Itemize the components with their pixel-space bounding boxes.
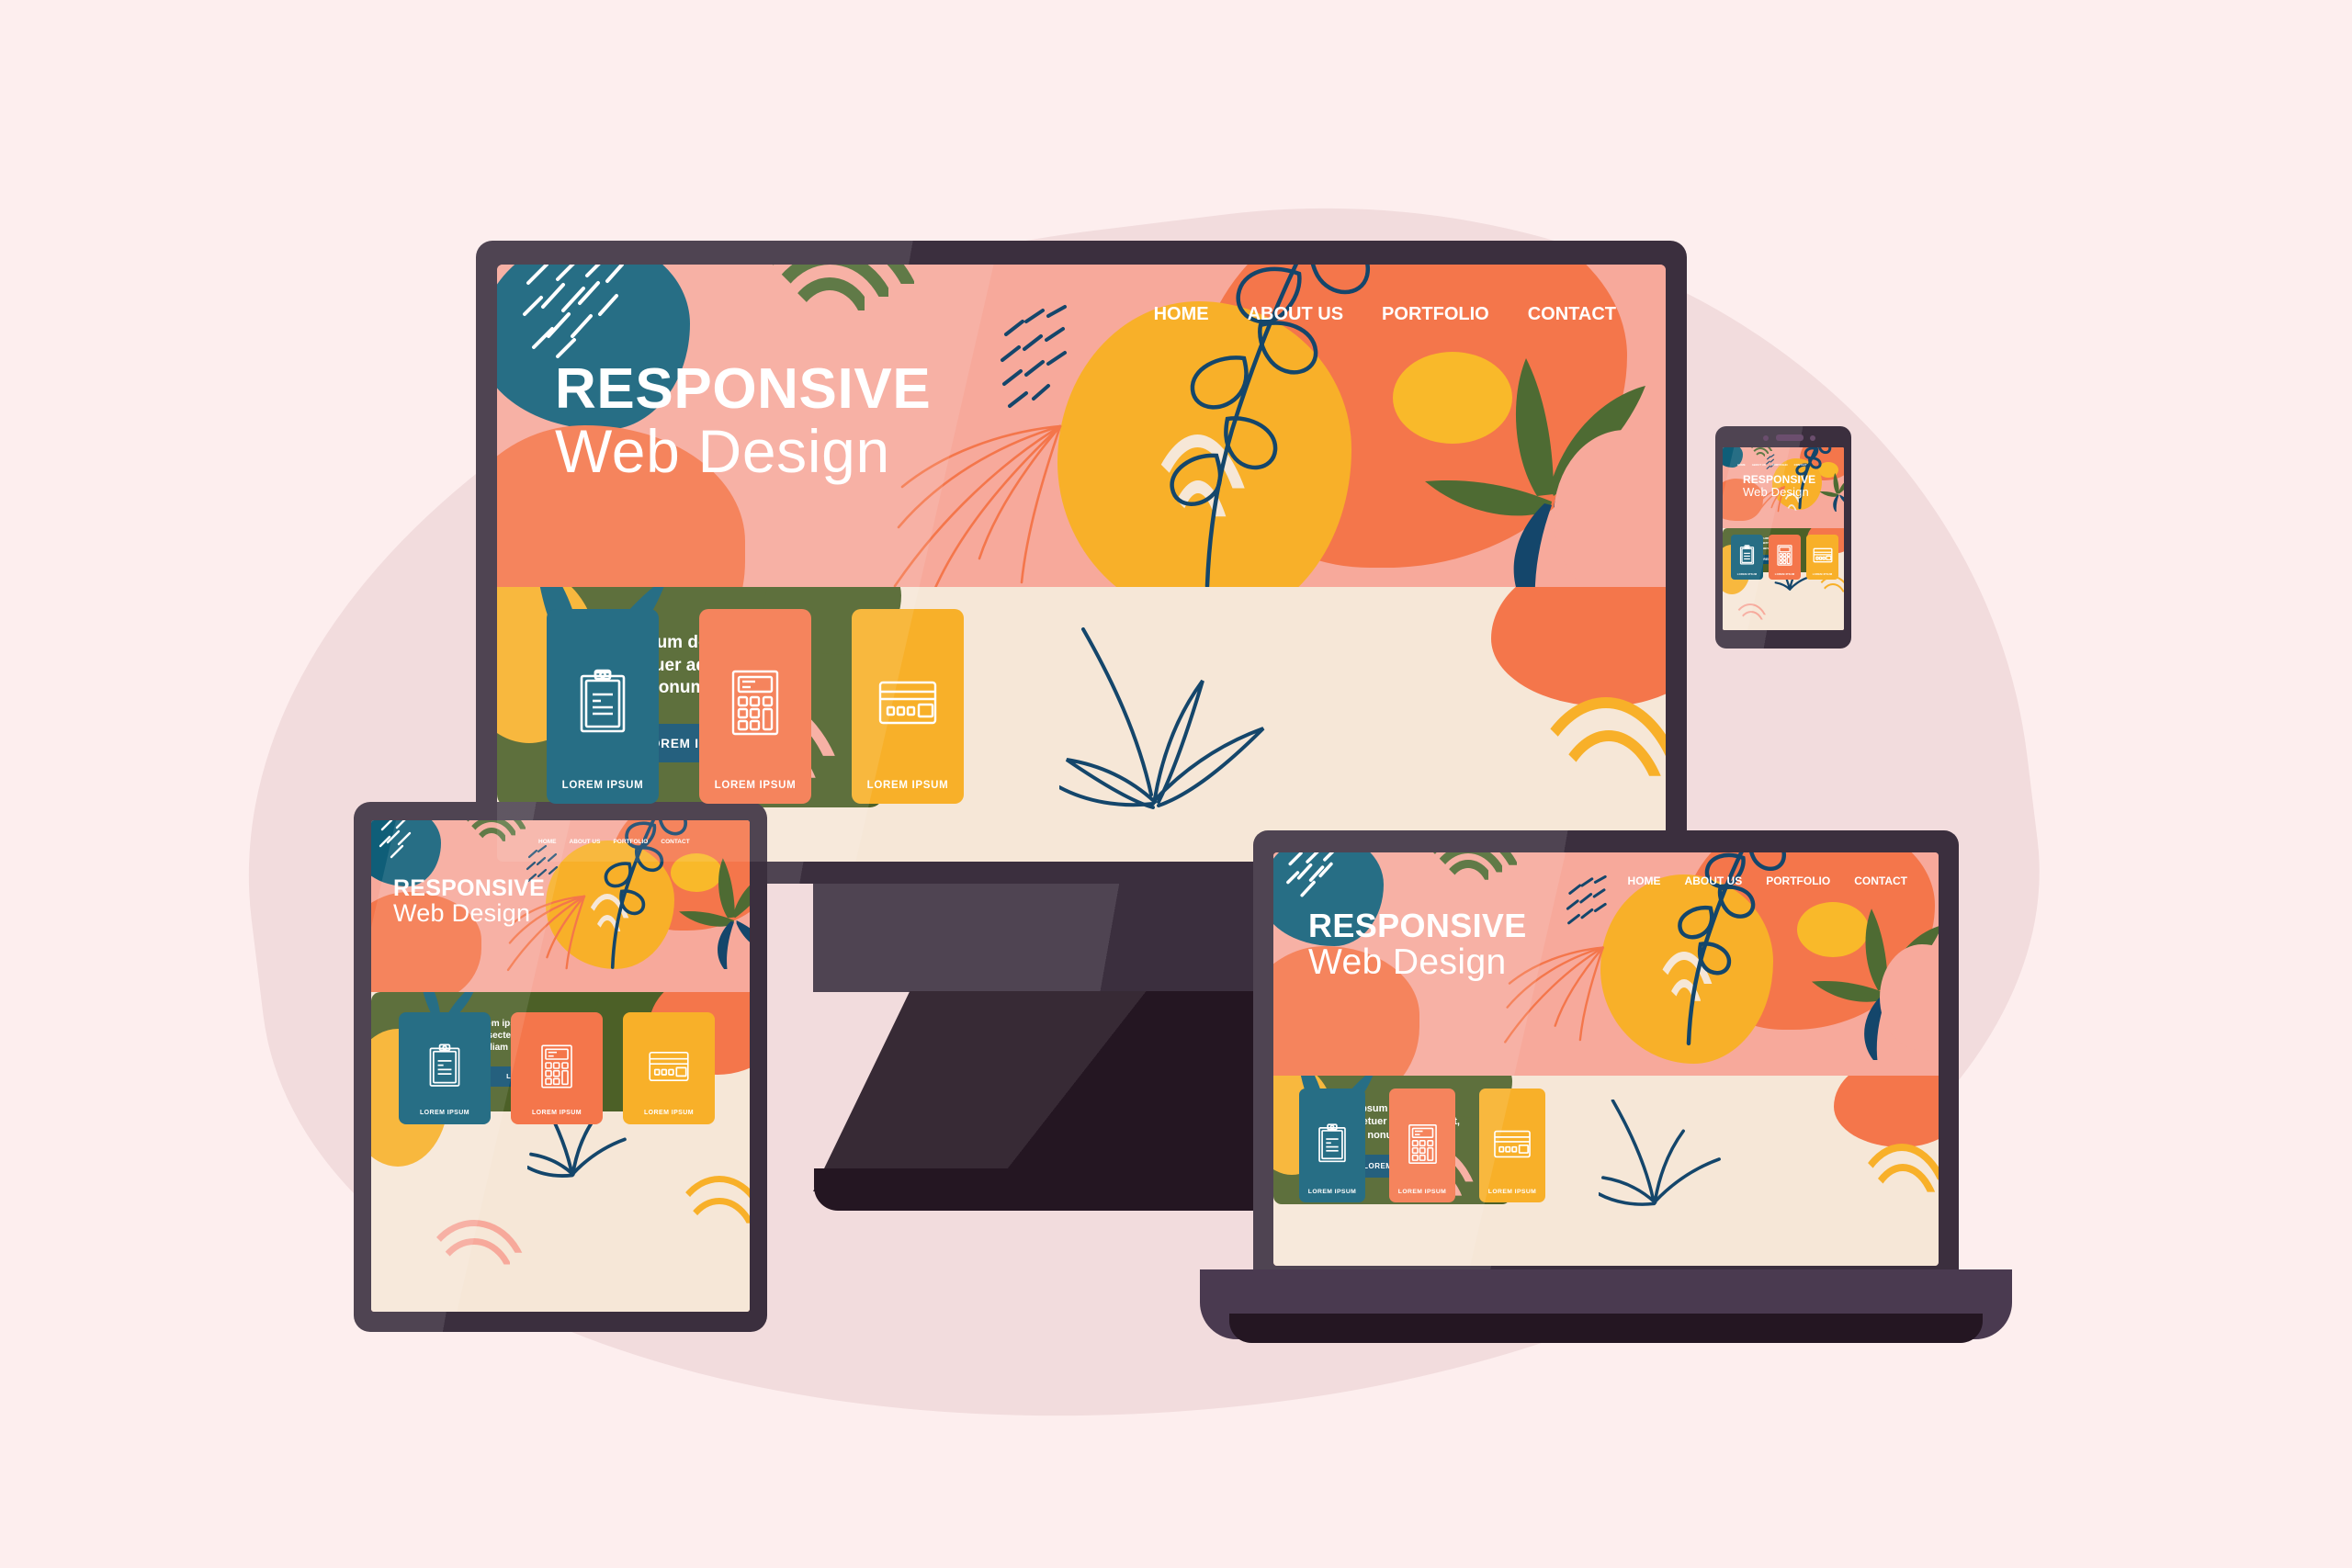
feature-card-2-label: LOREM IPSUM [531, 1110, 582, 1117]
main-nav: HOME ABOUT US PORTFOLIO CONTACT [538, 839, 690, 845]
main-nav: HOME ABOUT US PORTFOLIO CONTACT [1628, 874, 1907, 887]
smartphone-device: HOME ABOUT US PORTFOLIO CONTACT RESPONSI… [1715, 426, 1851, 649]
feature-card-3[interactable]: LOREM IPSUM [623, 1012, 715, 1125]
feature-cards: LOREM IPSUM LOREM IPSUM LOREM IPSUM [547, 609, 964, 804]
feature-card-1-label: LOREM IPSUM [419, 1110, 469, 1117]
nav-item-about-us[interactable]: ABOUT US [570, 839, 601, 845]
calculator-icon [1777, 539, 1792, 572]
feature-card-3-label: LOREM IPSUM [1487, 1189, 1537, 1195]
credit-card-icon [648, 1023, 690, 1110]
feature-card-2[interactable]: LOREM IPSUM [699, 609, 811, 804]
hero-section: HOME ABOUT US PORTFOLIO CONTACT RESPONSI… [497, 265, 1666, 587]
credit-card-icon [877, 626, 938, 780]
feature-card-1-label: LOREM IPSUM [1736, 571, 1758, 576]
nav-item-home[interactable]: HOME [1737, 463, 1746, 467]
calculator-icon [730, 626, 780, 780]
hero-title-line2: Web Design [393, 899, 531, 927]
nav-item-contact[interactable]: CONTACT [1854, 874, 1907, 887]
clipboard-icon [427, 1023, 462, 1110]
orange-blob-lower-right [1834, 1076, 1939, 1147]
phone-sensor-icon [1810, 435, 1815, 441]
nav-item-about-us[interactable]: ABOUT US [1685, 874, 1743, 887]
credit-card-icon [1493, 1099, 1532, 1189]
monitor-screen: HOME ABOUT US PORTFOLIO CONTACT RESPONSI… [497, 265, 1666, 862]
feature-card-1[interactable]: LOREM IPSUM [547, 609, 659, 804]
feature-card-1-label: LOREM IPSUM [561, 780, 644, 791]
content-section-laptop: LOREM IPSUM LOREM IPSUM LOREM IPSUM ipsu… [1273, 1076, 1939, 1266]
phone-screen: HOME ABOUT US PORTFOLIO CONTACT RESPONSI… [1723, 447, 1844, 630]
nav-item-portfolio[interactable]: PORTFOLIO [613, 839, 648, 845]
hero-section-laptop: HOME ABOUT US PORTFOLIO CONTACT RESPONSI… [1273, 852, 1939, 1076]
nav-item-portfolio[interactable]: PORTFOLIO [1772, 463, 1788, 467]
calculator-icon [540, 1023, 573, 1110]
nav-item-home[interactable]: HOME [1154, 304, 1209, 325]
nav-item-contact[interactable]: CONTACT [1528, 304, 1616, 325]
tablet-device: HOME ABOUT US PORTFOLIO CONTACT RESPONSI… [354, 802, 767, 1332]
nav-item-about-us[interactable]: ABOUT US [1248, 304, 1343, 325]
laptop-screen: HOME ABOUT US PORTFOLIO CONTACT RESPONSI… [1273, 852, 1939, 1266]
feature-cards: LOREM IPSUM LOREM IPSUM LOREM IPSUM [1731, 534, 1838, 580]
feature-card-1[interactable]: LOREM IPSUM [1299, 1089, 1365, 1202]
nav-item-portfolio[interactable]: PORTFOLIO [1766, 874, 1830, 887]
website-phone: HOME ABOUT US PORTFOLIO CONTACT RESPONSI… [1723, 447, 1844, 630]
hero-title-line1: RESPONSIVE [555, 357, 932, 421]
hero-title-line2: Web Design [1743, 485, 1809, 499]
feature-card-2-label: LOREM IPSUM [1774, 571, 1795, 576]
nav-item-portfolio[interactable]: PORTFOLIO [1382, 304, 1489, 325]
feature-cards: LOREM IPSUM LOREM IPSUM LOREM IPSUM [1299, 1089, 1545, 1202]
feature-card-1[interactable]: LOREM IPSUM [399, 1012, 491, 1125]
feature-card-3[interactable]: LOREM IPSUM [852, 609, 964, 804]
phone-camera-icon [1763, 435, 1769, 441]
desktop-monitor: HOME ABOUT US PORTFOLIO CONTACT RESPONSI… [476, 241, 1687, 884]
hero-title-line2: Web Design [1308, 942, 1507, 982]
nav-item-contact[interactable]: CONTACT [1794, 463, 1807, 467]
clipboard-icon [1317, 1099, 1348, 1189]
calculator-icon [1408, 1099, 1438, 1189]
tablet-screen: HOME ABOUT US PORTFOLIO CONTACT RESPONSI… [371, 820, 750, 1312]
clipboard-icon [577, 626, 628, 780]
feature-cards: LOREM IPSUM LOREM IPSUM LOREM IPSUM [399, 1012, 715, 1125]
main-nav: HOME ABOUT US PORTFOLIO CONTACT [1154, 304, 1616, 325]
website-desktop: HOME ABOUT US PORTFOLIO CONTACT RESPONSI… [497, 265, 1666, 862]
feature-card-3-label: LOREM IPSUM [1812, 571, 1833, 576]
laptop-base-lip [1229, 1314, 1983, 1343]
feature-card-3[interactable]: LOREM IPSUM [1479, 1089, 1545, 1202]
navy-outline-fan [1059, 627, 1265, 809]
hero-title-line1: RESPONSIVE [1308, 907, 1527, 944]
feature-card-2-label: LOREM IPSUM [1397, 1189, 1447, 1195]
hero-section-phone: HOME ABOUT US PORTFOLIO CONTACT RESPONSI… [1723, 447, 1844, 528]
main-nav: HOME ABOUT US PORTFOLIO CONTACT [1737, 463, 1807, 467]
feature-card-2[interactable]: LOREM IPSUM [1389, 1089, 1455, 1202]
phone-speaker-icon [1776, 434, 1804, 441]
illustration-stage: HOME ABOUT US PORTFOLIO CONTACT RESPONSI… [0, 0, 2352, 1568]
leaf-fan-right [679, 858, 750, 969]
nav-item-home[interactable]: HOME [538, 839, 557, 845]
feature-card-2[interactable]: LOREM IPSUM [1769, 534, 1801, 580]
feature-card-1-label: LOREM IPSUM [1307, 1189, 1357, 1195]
credit-card-icon [1813, 539, 1833, 572]
clipboard-icon [1739, 539, 1755, 572]
nav-item-contact[interactable]: CONTACT [661, 839, 689, 845]
hero-section-tablet: HOME ABOUT US PORTFOLIO CONTACT RESPONSI… [371, 820, 750, 993]
navy-outline-fan [1599, 1100, 1721, 1206]
hero-title-line1: RESPONSIVE [1743, 473, 1816, 486]
website-laptop: HOME ABOUT US PORTFOLIO CONTACT RESPONSI… [1273, 852, 1939, 1266]
nav-item-home[interactable]: HOME [1628, 874, 1661, 887]
leaf-fan-right [1819, 472, 1844, 512]
feature-card-3-label: LOREM IPSUM [643, 1110, 694, 1117]
feature-card-3[interactable]: LOREM IPSUM [1806, 534, 1838, 580]
white-dash-lines [379, 820, 412, 859]
content-section-phone: LOREM IPSUM LOREM IPSUM LOREM IPSUM ipsu… [1723, 527, 1844, 630]
website-tablet: HOME ABOUT US PORTFOLIO CONTACT RESPONSI… [371, 820, 750, 1312]
feature-card-2[interactable]: LOREM IPSUM [511, 1012, 603, 1125]
laptop-device: HOME ABOUT US PORTFOLIO CONTACT RESPONSI… [1253, 830, 1959, 1290]
hero-title-line2: Web Design [555, 417, 890, 485]
feature-card-1[interactable]: LOREM IPSUM [1731, 534, 1763, 580]
nav-item-about-us[interactable]: ABOUT US [1752, 463, 1766, 467]
feature-card-3-label: LOREM IPSUM [866, 780, 949, 791]
feature-card-2-label: LOREM IPSUM [714, 780, 797, 791]
orange-blob-lower-right [1491, 587, 1666, 706]
hero-title-line1: RESPONSIVE [393, 875, 546, 901]
content-section-tablet: LOREM IPSUM LOREM IPSUM LOREM IPSUM cons… [371, 992, 750, 1312]
